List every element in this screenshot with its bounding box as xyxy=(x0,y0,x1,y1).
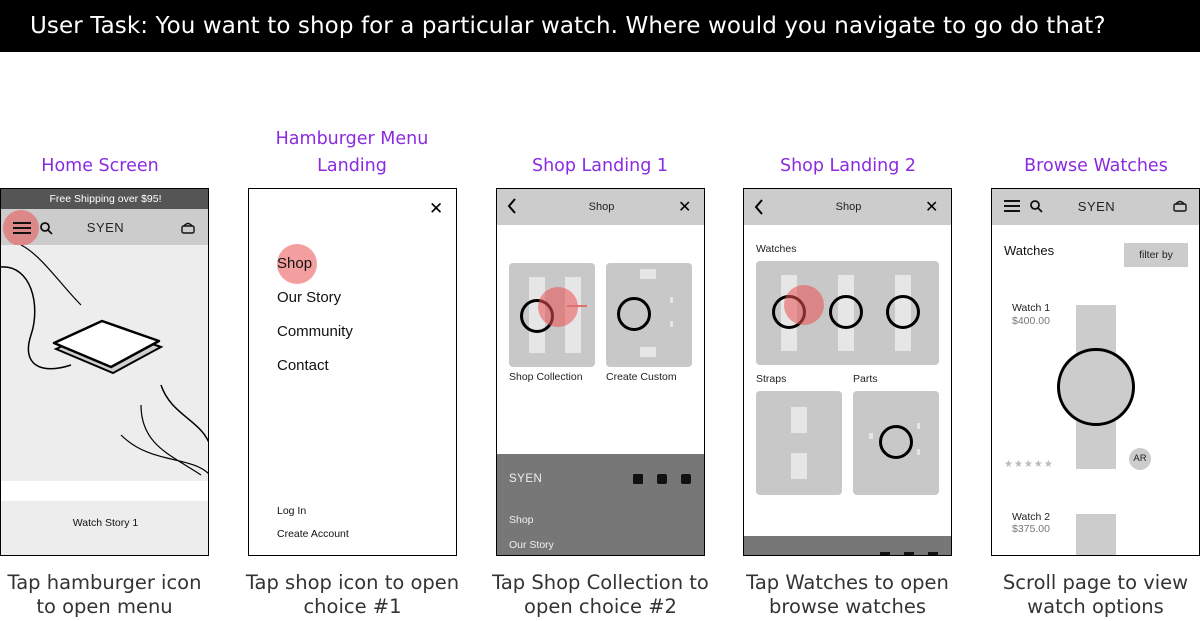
task-text: User Task: You want to shop for a partic… xyxy=(30,13,1106,39)
hero-illustration xyxy=(1,245,208,481)
section-label-straps: Straps xyxy=(756,373,787,385)
product-price: $375.00 xyxy=(1012,523,1050,535)
shipping-banner-text: Free Shipping over $95! xyxy=(49,193,162,205)
caption-home: Tap hamburger icon to open menu xyxy=(7,571,202,618)
instagram-icon[interactable] xyxy=(904,552,914,555)
story-label: Watch Story 1 xyxy=(72,517,139,529)
strap-graphic xyxy=(791,453,807,479)
menu-item-shop[interactable]: Shop xyxy=(277,255,312,272)
footer-brand: SYEN xyxy=(509,473,543,485)
section-label-parts: Parts xyxy=(853,373,878,385)
brand-logo: SYEN xyxy=(86,220,125,235)
part-graphic xyxy=(640,269,656,279)
product-name[interactable]: Watch 2 xyxy=(1012,511,1050,523)
caption-browse-watches: Scroll page to view watch options xyxy=(1002,571,1189,618)
close-icon[interactable]: ✕ xyxy=(429,199,443,219)
watches-card[interactable] xyxy=(756,261,939,365)
cart-icon[interactable] xyxy=(1173,200,1187,212)
site-footer: SYEN Shop Our Story xyxy=(497,454,704,555)
facebook-icon[interactable] xyxy=(633,474,643,484)
watch-strap-image[interactable] xyxy=(1076,514,1116,555)
cart-icon[interactable] xyxy=(181,222,195,234)
screen-title-home: Home Screen xyxy=(41,156,159,176)
rating-stars: ★★★★★ xyxy=(1004,459,1054,470)
shop-collection-card[interactable] xyxy=(509,263,595,367)
part-graphic xyxy=(917,449,920,455)
screen-title-shop-landing-2: Shop Landing 2 xyxy=(779,156,916,176)
facebook-icon[interactable] xyxy=(880,552,890,555)
parts-card[interactable] xyxy=(853,391,939,495)
tap-indicator xyxy=(538,287,578,327)
part-graphic xyxy=(640,347,656,357)
instagram-icon[interactable] xyxy=(657,474,667,484)
close-icon[interactable]: ✕ xyxy=(925,197,938,217)
ar-button[interactable]: AR xyxy=(1129,448,1151,470)
story-card[interactable]: Watch Story 1 xyxy=(1,501,208,555)
watch-ring-icon xyxy=(879,425,913,459)
footer-link-our-story[interactable]: Our Story xyxy=(509,539,554,551)
watch-face-image[interactable] xyxy=(1057,348,1135,426)
screen-title-browse-watches: Browse Watches xyxy=(1024,156,1168,176)
part-graphic xyxy=(869,433,873,439)
page-heading: Watches xyxy=(1004,243,1055,258)
filter-button[interactable]: filter by xyxy=(1124,243,1188,267)
twitter-icon[interactable] xyxy=(681,474,691,484)
part-graphic xyxy=(670,297,673,303)
twitter-icon[interactable] xyxy=(928,552,938,555)
browse-watches-phone: SYEN Watches filter by Watch 1 $400.00 ★… xyxy=(991,188,1200,556)
create-custom-card[interactable] xyxy=(606,263,692,367)
screen-title-shop-landing-1: Shop Landing 1 xyxy=(531,156,668,176)
create-custom-label[interactable]: Create Custom xyxy=(606,371,677,383)
section-label-watches: Watches xyxy=(756,243,797,255)
shop-landing-1-phone: Shop ✕ Shop Collection Create Custom SYE… xyxy=(496,188,705,556)
task-banner: User Task: You want to shop for a partic… xyxy=(0,0,1200,52)
caption-hamburger-menu: Tap shop icon to open choice #1 xyxy=(245,571,460,618)
brand-logo: SYEN xyxy=(1077,199,1116,214)
shop-collection-label[interactable]: Shop Collection xyxy=(509,371,583,383)
menu-item-our-story[interactable]: Our Story xyxy=(277,289,341,306)
menu-item-contact[interactable]: Contact xyxy=(277,357,329,374)
watch-ring-icon xyxy=(886,295,920,329)
shipping-banner: Free Shipping over $95! xyxy=(1,189,208,209)
strap-graphic xyxy=(791,407,807,433)
screen-title-hamburger-menu: Hamburger Menu Landing xyxy=(275,129,429,176)
part-graphic xyxy=(917,423,920,429)
menu-create-account-link[interactable]: Create Account xyxy=(277,528,349,540)
home-screen-phone: Free Shipping over $95! SYEN Watch Story… xyxy=(0,188,209,556)
tap-trail xyxy=(567,305,587,307)
product-name[interactable]: Watch 1 xyxy=(1012,302,1050,314)
close-icon[interactable]: ✕ xyxy=(678,197,691,217)
part-graphic xyxy=(670,321,673,327)
shop-nav-title: Shop xyxy=(588,201,615,213)
shop-landing-2-phone: Shop ✕ Watches Straps Parts xyxy=(743,188,952,556)
shop-nav-title: Shop xyxy=(835,201,862,213)
straps-card[interactable] xyxy=(756,391,842,495)
watch-ring-icon xyxy=(617,297,651,331)
tap-indicator xyxy=(784,285,824,325)
product-price: $400.00 xyxy=(1012,315,1050,327)
watch-ring-icon xyxy=(829,295,863,329)
menu-log-in-link[interactable]: Log In xyxy=(277,505,306,517)
caption-shop-landing-1: Tap Shop Collection to open choice #2 xyxy=(492,571,709,618)
menu-item-community[interactable]: Community xyxy=(277,323,353,340)
footer-link-shop[interactable]: Shop xyxy=(509,514,534,526)
caption-shop-landing-2: Tap Watches to open browse watches xyxy=(746,571,949,618)
menu-screen-phone: ✕ Shop Our Story Community Contact Log I… xyxy=(248,188,457,556)
site-footer xyxy=(744,536,951,555)
